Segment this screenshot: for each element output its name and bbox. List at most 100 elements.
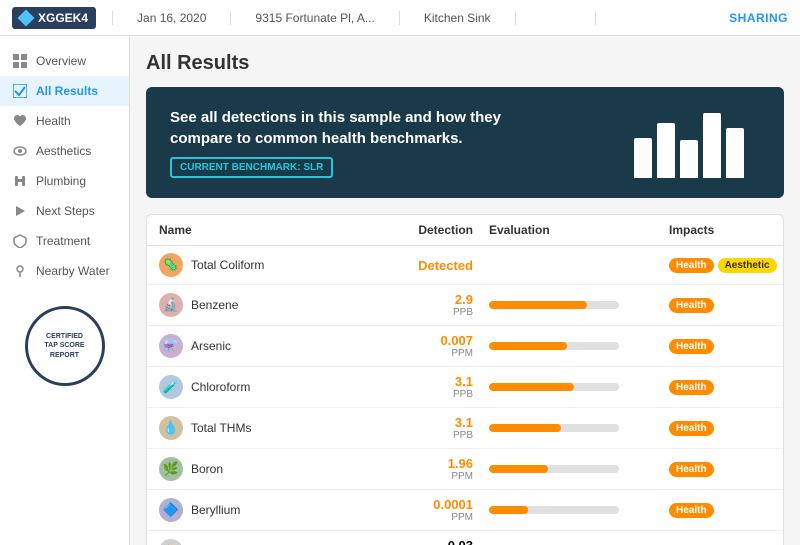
detection-value: 1.96 (359, 456, 473, 471)
contaminant-icon: 🔬 (159, 293, 183, 317)
contaminant-name: Total THMs (191, 421, 251, 435)
banner-text: See all detections in this sample and ho… (170, 107, 501, 178)
sidebar-item-nearby-water[interactable]: Nearby Water (0, 256, 129, 286)
cell-evaluation (489, 506, 669, 514)
table-row: 🔷Beryllium0.0001PPMHealth (147, 490, 783, 531)
sidebar-item-health[interactable]: Health (0, 106, 129, 136)
contaminant-icon: 🔷 (159, 498, 183, 522)
cell-impacts: Health (669, 380, 784, 395)
impact-badge: Health (669, 380, 714, 395)
col-header-evaluation: Evaluation (489, 223, 669, 237)
table-row: 🌿Boron1.96PPM Health (147, 449, 783, 490)
cell-evaluation (489, 342, 669, 350)
results-table: Name Detection Evaluation Impacts 🦠Total… (146, 214, 784, 545)
col-header-name: Name (159, 223, 359, 237)
cell-name: ✨Silver (159, 539, 359, 545)
eval-bar (489, 301, 587, 309)
eval-bar (489, 506, 528, 514)
table-body: 🦠Total ColiformDetectedHealthAesthetic🔬B… (147, 246, 783, 545)
chart-bar-1 (634, 138, 652, 178)
detection-value: 0.007 (359, 333, 473, 348)
sidebar-item-all-results[interactable]: All Results (0, 76, 129, 106)
contaminant-name: Boron (191, 462, 223, 476)
detection-value: 0.0001 (359, 497, 473, 512)
date-field: Jan 16, 2020 (112, 11, 231, 25)
cell-evaluation (489, 424, 669, 432)
cell-name: 💧 Total THMs (159, 416, 359, 440)
checkbox-icon (12, 83, 28, 99)
contaminant-name: Arsenic (191, 339, 231, 353)
sharing-button[interactable]: SHARING (729, 11, 788, 25)
impact-badge: Health (669, 339, 714, 354)
sidebar: Overview All Results Health Aesthetics P (0, 36, 130, 545)
cell-detection: Detected (359, 258, 489, 273)
location-icon (12, 263, 28, 279)
detection-unit: PPM (359, 348, 473, 359)
contaminant-icon: ✨ (159, 539, 183, 545)
sidebar-item-plumbing[interactable]: Plumbing (0, 166, 129, 196)
badge-line1: CERTIFIED (46, 332, 83, 341)
cell-name: 🦠Total Coliform (159, 253, 359, 277)
eval-bar-container (489, 301, 619, 309)
cell-impacts: HealthAesthetic (669, 258, 784, 273)
cell-name: ⚗️Arsenic (159, 334, 359, 358)
sidebar-item-overview[interactable]: Overview (0, 46, 129, 76)
badge-line3: REPORT (50, 351, 79, 360)
impact-badge: Aesthetic (718, 258, 777, 273)
table-row: ⚗️Arsenic0.007PPM Health (147, 326, 783, 367)
cell-detection: 2.9PPB (359, 292, 489, 318)
top-bar-meta: Jan 16, 2020 9315 Fortunate Pl, A... Kit… (112, 11, 729, 25)
sidebar-label-overview: Overview (36, 54, 86, 68)
contaminant-icon: 💧 (159, 416, 183, 440)
logo-diamond-icon (18, 9, 35, 26)
cell-evaluation (489, 465, 669, 473)
contaminant-name: Beryllium (191, 503, 240, 517)
sidebar-label-treatment: Treatment (36, 234, 90, 248)
badge-line2: TAP SCORE (44, 341, 84, 350)
location-field: Kitchen Sink (400, 11, 516, 25)
eval-bar-container (489, 506, 619, 514)
col-header-impacts: Impacts (669, 223, 784, 237)
address-field: 9315 Fortunate Pl, A... (231, 11, 399, 25)
sidebar-label-next-steps: Next Steps (36, 204, 95, 218)
chart-bar-2 (657, 123, 675, 178)
top-bar: XGGEK4 Jan 16, 2020 9315 Fortunate Pl, A… (0, 0, 800, 36)
plumbing-icon (12, 173, 28, 189)
banner: See all detections in this sample and ho… (146, 87, 784, 198)
table-row: ✨Silver0.03PPM (147, 531, 783, 545)
empty-field (516, 11, 596, 25)
chart-bar-3 (680, 140, 698, 178)
cell-name: 🔷 Beryllium (159, 498, 359, 522)
sidebar-item-aesthetics[interactable]: Aesthetics (0, 136, 129, 166)
table-row: 🧪Chloroform3.1PPBHealth (147, 367, 783, 408)
detection-value: 0.03 (359, 538, 473, 545)
logo: XGGEK4 (12, 7, 96, 29)
cell-evaluation (489, 383, 669, 391)
page-title: All Results (146, 52, 784, 75)
content-area: All Results See all detections in this s… (130, 36, 800, 545)
detection-unit: PPB (359, 389, 473, 400)
eval-bar-container (489, 383, 619, 391)
cell-impacts: Health (669, 462, 784, 477)
sidebar-item-next-steps[interactable]: Next Steps (0, 196, 129, 226)
table-row: 🔬Benzene2.9PPB Health (147, 285, 783, 326)
detection-value: 3.1 (359, 374, 473, 389)
sidebar-item-treatment[interactable]: Treatment (0, 226, 129, 256)
cell-detection: 3.1PPB (359, 415, 489, 441)
play-icon (12, 203, 28, 219)
cell-detection: 3.1PPB (359, 374, 489, 400)
sidebar-label-all-results: All Results (36, 84, 98, 98)
cell-impacts: Health (669, 421, 784, 436)
benchmark-badge[interactable]: CURRENT BENCHMARK: SLR (170, 157, 333, 178)
cell-name: 🌿Boron (159, 457, 359, 481)
impact-badge: Health (669, 462, 714, 477)
cell-name: 🔬Benzene (159, 293, 359, 317)
eval-bar (489, 342, 567, 350)
impact-badge: Health (669, 503, 714, 518)
cell-impacts: Health (669, 503, 784, 518)
table-row: 🦠Total ColiformDetected HealthAesthetic (147, 246, 783, 285)
cell-evaluation (489, 301, 669, 309)
impact-badge: Health (669, 298, 714, 313)
cell-detection: 0.03PPM (359, 538, 489, 545)
cell-detection: 1.96PPM (359, 456, 489, 482)
